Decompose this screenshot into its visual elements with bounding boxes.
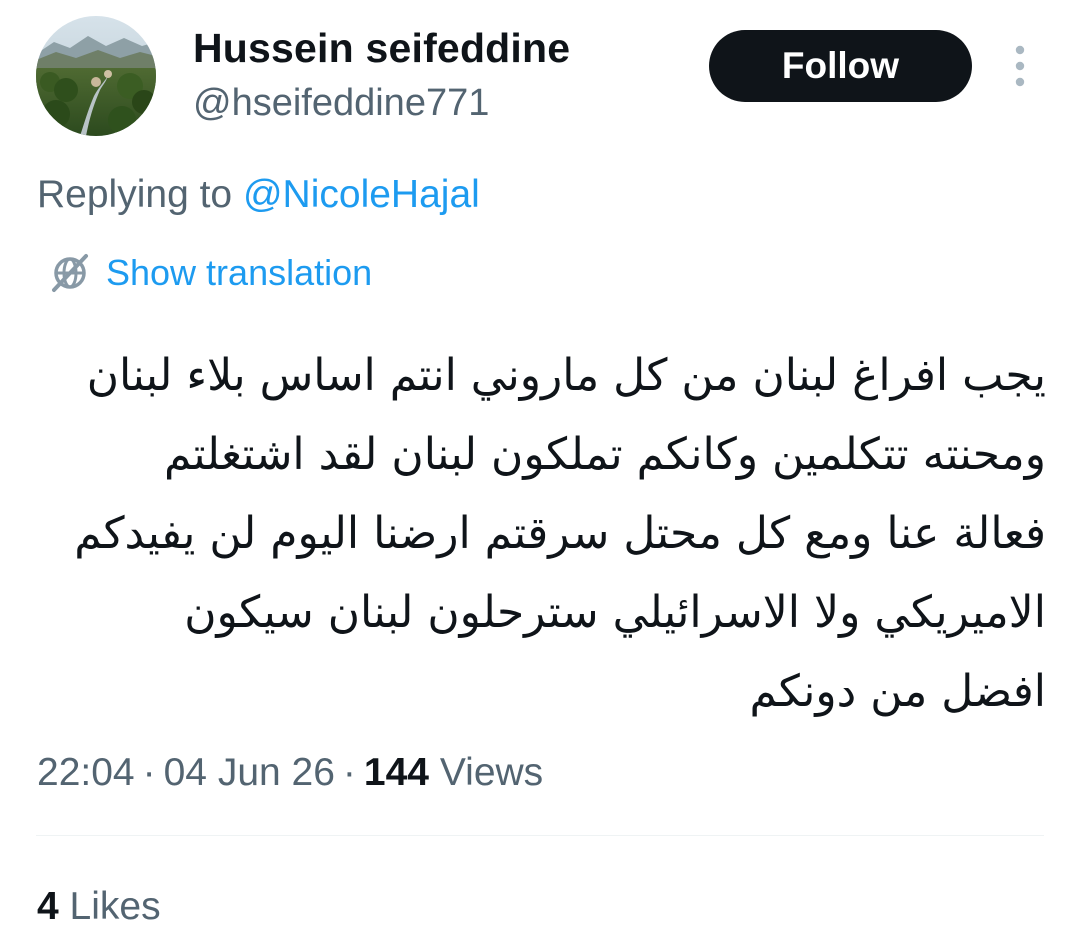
user-handle[interactable]: @hseifeddine771 xyxy=(193,80,489,126)
landscape-avatar xyxy=(36,16,156,136)
globe-slash-icon xyxy=(52,254,88,292)
likes-label: Likes xyxy=(69,885,161,928)
tweet-text-line: يجب افراغ لبنان من كل ماروني انتم اساس ب… xyxy=(86,350,1046,401)
tweet-text-line: ومحنته تتكلمين وكانكم تملكون لبنان لقد ا… xyxy=(163,429,1046,480)
replying-to: Replying to @NicoleHajal xyxy=(37,170,480,220)
avatar[interactable] xyxy=(36,16,156,136)
views-label: Views xyxy=(439,751,544,794)
tweet-text-line: افضل من دونكم xyxy=(749,666,1046,717)
show-translation-button[interactable]: Show translation xyxy=(48,250,372,296)
tweet-meta: 22:04 · 04 Jun 26 · 144 Views xyxy=(37,748,543,798)
replying-to-label: Replying to xyxy=(37,173,233,216)
tweet-text: يجب افراغ لبنان من كل ماروني انتم اساس ب… xyxy=(30,336,1046,731)
display-name[interactable]: Hussein seifeddine xyxy=(193,24,570,72)
likes-link[interactable]: 4 Likes xyxy=(37,882,161,932)
likes-count: 4 xyxy=(37,885,59,928)
meta-separator: · xyxy=(142,751,156,794)
reply-mention-link[interactable]: @NicoleHajal xyxy=(243,173,480,216)
divider xyxy=(36,835,1044,836)
tweet-text-line: الاميريكي ولا الاسرائيلي سترحلون لبنان س… xyxy=(184,587,1046,638)
show-translation-label: Show translation xyxy=(106,252,373,293)
meta-separator: · xyxy=(342,751,356,794)
tweet-text-line: فعالة عنا ومع كل محتل سرقتم ارضنا اليوم … xyxy=(74,508,1046,559)
views-count: 144 xyxy=(363,751,429,794)
follow-button[interactable]: Follow xyxy=(709,30,972,102)
tweet-date[interactable]: 04 Jun 26 xyxy=(164,751,335,794)
vertical-dots-icon[interactable] xyxy=(1004,44,1036,90)
tweet-time[interactable]: 22:04 xyxy=(37,751,135,794)
